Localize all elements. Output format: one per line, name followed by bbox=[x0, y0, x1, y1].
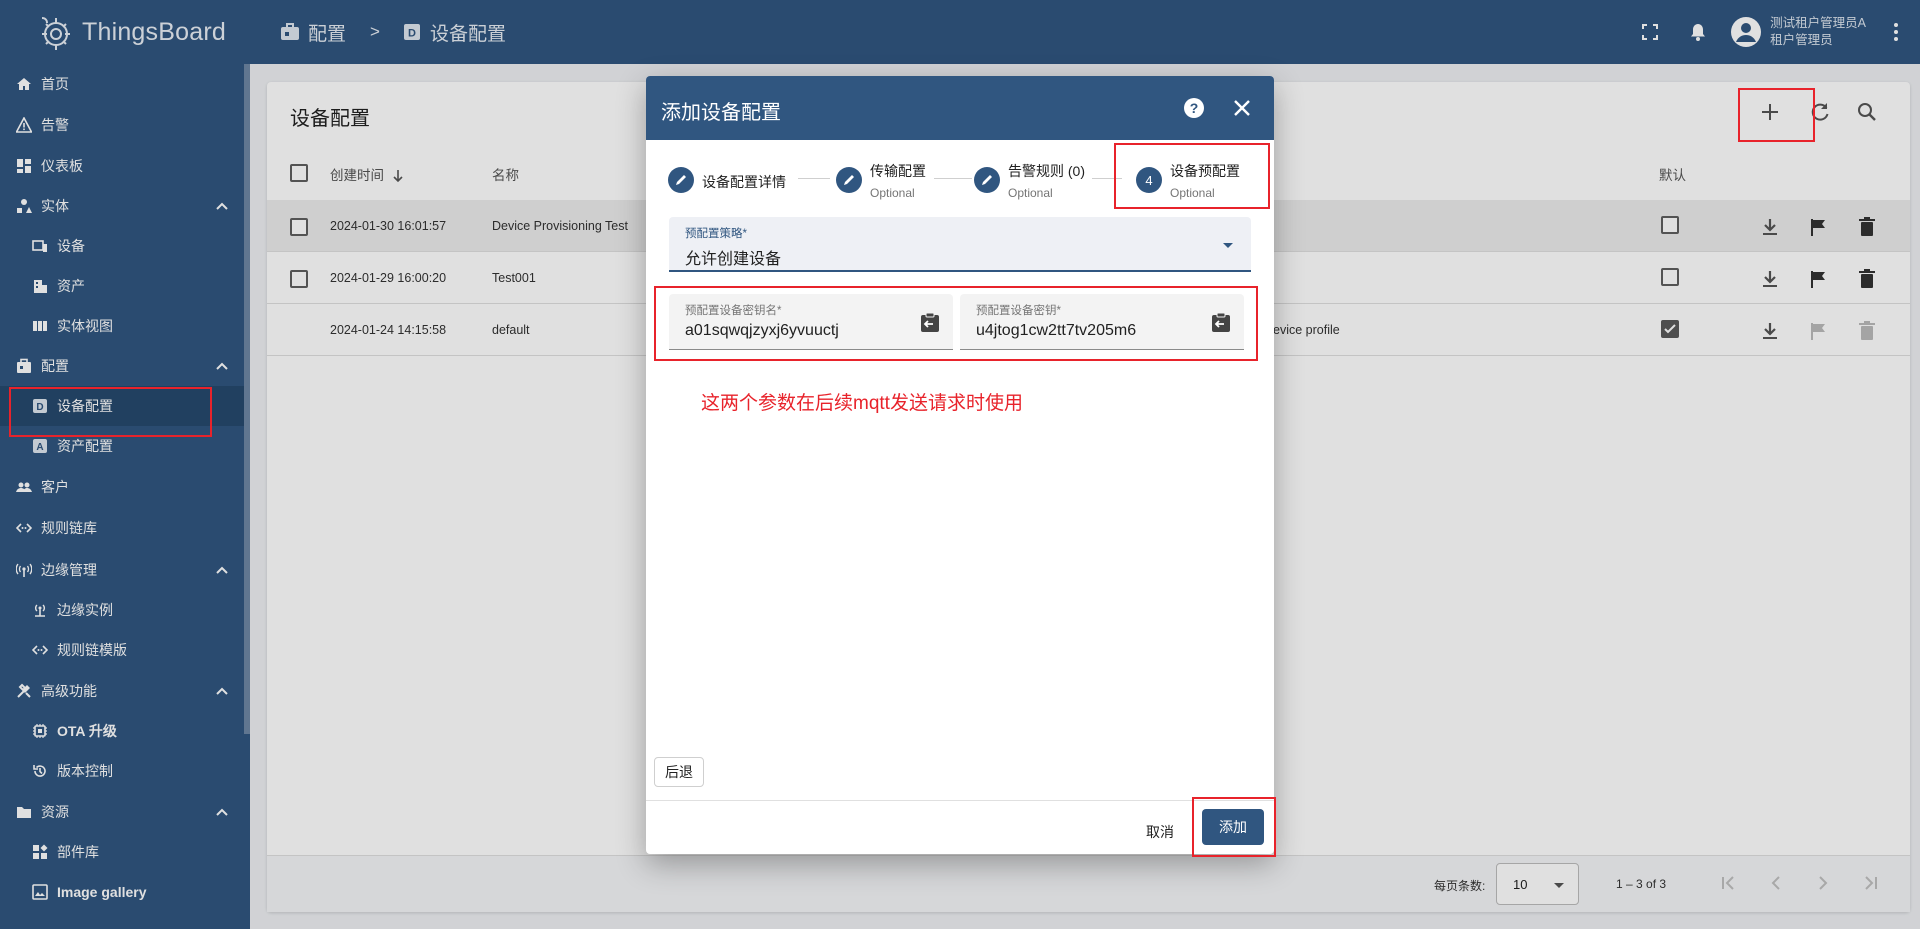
edit-icon bbox=[668, 167, 694, 193]
dialog-header: 添加设备配置 ? bbox=[646, 76, 1274, 140]
step-label: 设备配置详情 bbox=[702, 174, 786, 190]
annotation-box-add-button bbox=[1192, 797, 1276, 857]
step-transport-config[interactable]: 传输配置 Optional bbox=[836, 156, 926, 200]
back-button[interactable]: 后退 bbox=[654, 757, 704, 787]
provision-strategy-select[interactable]: 预配置策略* 允许创建设备 bbox=[669, 217, 1251, 272]
step-connector bbox=[934, 178, 972, 179]
step-alarm-rules[interactable]: 告警规则 (0) Optional bbox=[974, 156, 1085, 200]
step-device-profile-details[interactable]: 设备配置详情 bbox=[668, 156, 786, 200]
edit-icon bbox=[974, 167, 1000, 193]
annotation-text: 这两个参数在后续mqtt发送请求时使用 bbox=[701, 393, 1023, 414]
annotation-box-fields bbox=[654, 286, 1258, 361]
annotation-box-sidebar bbox=[9, 387, 212, 437]
step-connector bbox=[798, 178, 830, 179]
step-optional: Optional bbox=[1008, 186, 1053, 200]
dialog-title: 添加设备配置 bbox=[661, 102, 781, 124]
annotation-box-add bbox=[1738, 88, 1815, 142]
step-label: 传输配置 bbox=[870, 163, 926, 179]
svg-text:?: ? bbox=[1190, 100, 1199, 116]
step-optional: Optional bbox=[870, 186, 915, 200]
cancel-button[interactable]: 取消 bbox=[1130, 814, 1190, 850]
close-icon[interactable] bbox=[1230, 96, 1254, 120]
annotation-box-step bbox=[1114, 143, 1270, 209]
step-label: 告警规则 (0) bbox=[1008, 163, 1085, 179]
provision-strategy-value: 允许创建设备 bbox=[685, 251, 782, 268]
dropdown-arrow-icon bbox=[1223, 243, 1233, 248]
help-icon[interactable]: ? bbox=[1182, 96, 1206, 120]
provision-strategy-label: 预配置策略* bbox=[685, 228, 747, 240]
dialog-divider bbox=[646, 800, 1274, 801]
edit-icon bbox=[836, 167, 862, 193]
